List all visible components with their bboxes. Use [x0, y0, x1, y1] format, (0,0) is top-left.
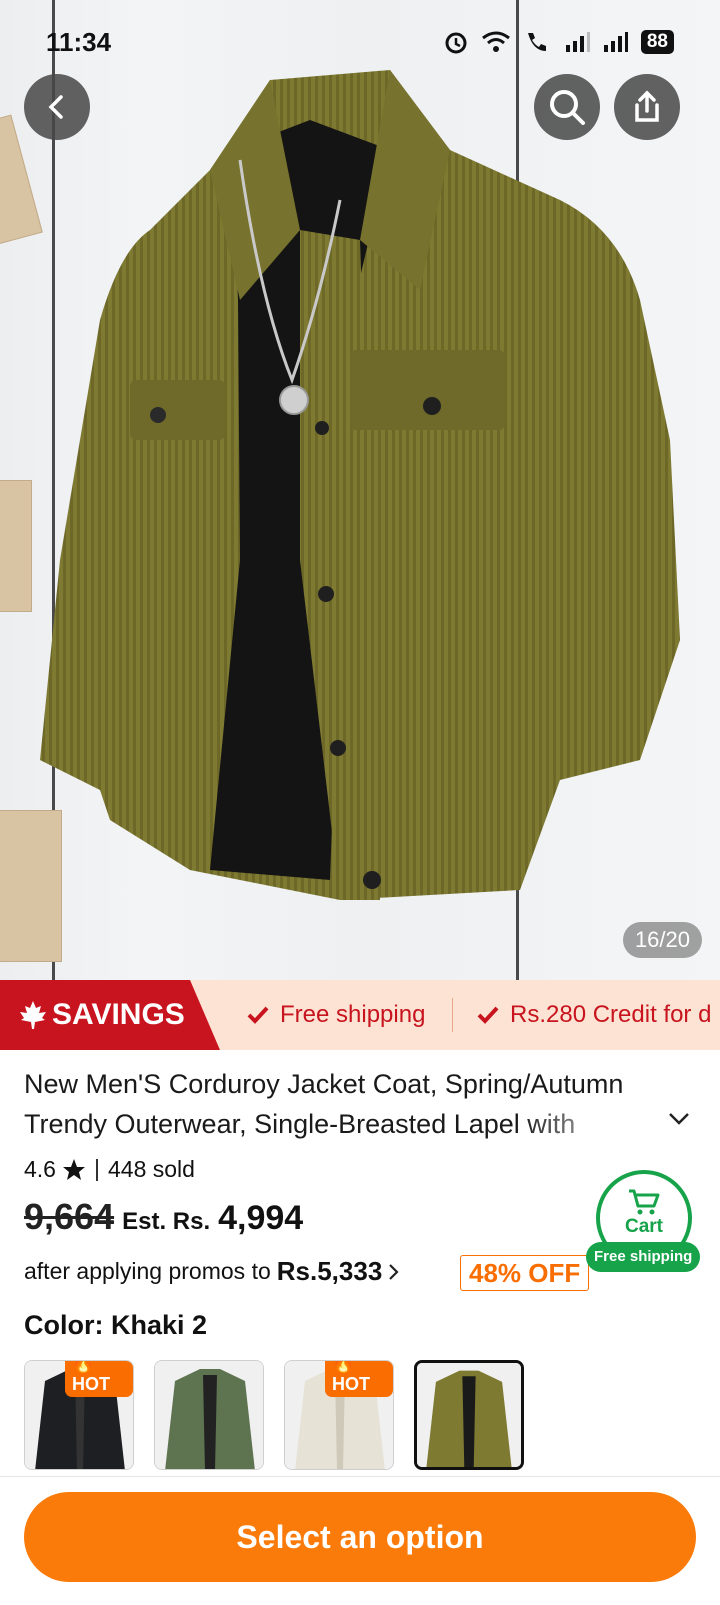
perk-label: Free shipping: [280, 1001, 426, 1028]
divider: [95, 1158, 98, 1181]
promo-prefix: after applying promos to: [24, 1258, 271, 1284]
perk-divider: [452, 998, 453, 1032]
jacket-illustration: [40, 70, 680, 900]
color-label: Color: Khaki 2: [24, 1310, 208, 1340]
search-button[interactable]: [534, 74, 600, 140]
signal-icon: [565, 32, 590, 52]
cart-icon: [629, 1189, 660, 1215]
select-option-button[interactable]: Select an option: [24, 1492, 696, 1582]
status-bar: 11:34 88: [0, 20, 720, 64]
title-fade: [520, 1104, 660, 1144]
price-row: 9,664 Est. Rs. 4,994: [24, 1196, 303, 1238]
maple-leaf-icon: [20, 1001, 46, 1029]
promo-strip[interactable]: SAVINGS Free shipping Rs.280 Credit for …: [0, 980, 720, 1050]
sold-count: 448 sold: [107, 1156, 195, 1182]
star-icon: [62, 1158, 85, 1180]
cart-free-shipping-badge: Free shipping: [586, 1242, 701, 1272]
color-swatch-cream[interactable]: 🔥HOT: [284, 1360, 394, 1470]
chevron-right-icon: [389, 1263, 399, 1280]
savings-label: SAVINGS: [52, 998, 185, 1031]
promo-price: Rs.5,333: [276, 1256, 383, 1286]
color-swatch-black[interactable]: 🔥HOT: [24, 1360, 134, 1470]
color-swatch-green[interactable]: [154, 1360, 264, 1470]
perk-label: Rs.280 Credit for d: [510, 1001, 712, 1028]
status-icons: 88: [443, 29, 674, 55]
perk-free-shipping: Free shipping: [246, 980, 425, 1050]
swatch-jacket-image: [155, 1361, 263, 1469]
est-price-label: Est. Rs.: [122, 1208, 211, 1235]
rating-row[interactable]: 4.6 448 sold: [24, 1156, 195, 1183]
color-swatches: 🔥HOT 🔥HOT: [24, 1360, 524, 1470]
hot-badge: 🔥HOT: [325, 1361, 393, 1397]
promo-price-row[interactable]: after applying promos to Rs.5,333: [24, 1256, 400, 1287]
signal-icon: [603, 32, 628, 52]
expand-title-button[interactable]: [668, 1112, 690, 1131]
wifi-icon: [481, 31, 510, 52]
chevron-left-icon: [48, 95, 63, 119]
swatch-jacket-image: [417, 1363, 521, 1467]
status-time: 11:34: [46, 26, 112, 57]
call-icon: [527, 33, 546, 51]
perk-credit: Rs.280 Credit for d: [476, 980, 711, 1050]
color-swatch-khaki[interactable]: [414, 1360, 524, 1470]
sale-price: 4,994: [218, 1199, 304, 1237]
product-image[interactable]: 11:34 88 16/20: [0, 0, 720, 980]
savings-badge: SAVINGS: [0, 980, 220, 1050]
original-price: 9,664: [24, 1196, 115, 1237]
share-icon: [635, 90, 659, 122]
search-icon: [550, 90, 585, 125]
hot-badge: 🔥HOT: [65, 1361, 133, 1397]
alarm-icon: [445, 32, 467, 54]
image-counter: 16/20: [622, 922, 702, 958]
share-button[interactable]: [614, 74, 680, 140]
rating-value: 4.6: [24, 1156, 56, 1182]
battery-indicator: 88: [640, 30, 674, 54]
chevron-down-icon: [669, 1113, 689, 1125]
check-icon: [477, 1006, 499, 1024]
back-button[interactable]: [24, 74, 90, 140]
check-icon: [247, 1006, 269, 1024]
cart-label: Cart: [624, 1216, 663, 1237]
discount-badge: 48% OFF: [460, 1255, 590, 1291]
